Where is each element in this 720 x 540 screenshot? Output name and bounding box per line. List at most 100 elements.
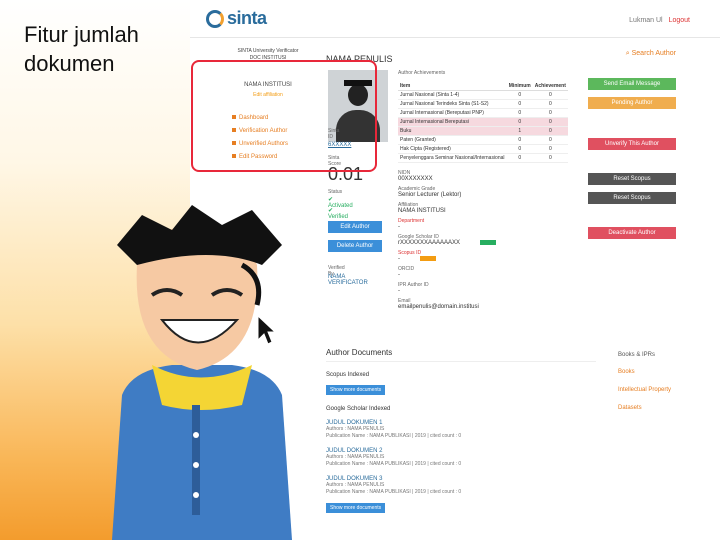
achievement-cell: 0 bbox=[506, 90, 533, 100]
email-value: emailpenulis@domain.institusi bbox=[398, 304, 479, 311]
achievement-cell: Jurnal Nasional Terindeks Sinta (S1-S2) bbox=[398, 99, 507, 109]
gs-indexed-label: Google Scholar Indexed bbox=[326, 406, 391, 412]
reset-scopus-button[interactable]: Reset Scopus bbox=[588, 192, 676, 204]
top-bar: sinta Lukman Ul Logout bbox=[190, 0, 720, 38]
achievement-row: Jurnal Internasional (Bereputasi PNP) 0 0 bbox=[398, 108, 568, 118]
user-menu[interactable]: Lukman Ul Logout bbox=[629, 17, 690, 24]
send-email-button[interactable]: Send Email Message bbox=[588, 78, 676, 90]
column-header: Achievement bbox=[532, 82, 568, 91]
logo-icon bbox=[206, 9, 224, 28]
books-ipr-heading: Books & IPRs bbox=[618, 352, 656, 358]
reset-gs-button[interactable]: Reset Scopus bbox=[588, 173, 676, 185]
logo-text: sinta bbox=[227, 8, 267, 28]
achievements-heading: Author Achievements bbox=[398, 70, 446, 76]
achievement-row: Paten (Granted) 0 0 bbox=[398, 135, 568, 145]
document-publication: Publication Name : NAMA PUBLIKASI | 2019… bbox=[326, 489, 462, 495]
document-authors: Authors : NAMA PENULIS bbox=[326, 426, 385, 432]
achievement-row: Jurnal Nasional (Sinta 1-4) 0 0 bbox=[398, 90, 568, 100]
gs-id-row: rXXXXXXXAAAAAAXX bbox=[398, 240, 578, 246]
search-author-link[interactable]: ⌕ Search Author bbox=[588, 50, 676, 58]
edit-author-button[interactable]: Edit Author bbox=[328, 221, 382, 233]
column-header: Minimum bbox=[506, 82, 533, 91]
show-more-scopus-button[interactable]: Show more documents bbox=[326, 385, 386, 395]
document-publication: Publication Name : NAMA PUBLIKASI | 2019… bbox=[326, 433, 462, 439]
gs-sync-button[interactable] bbox=[480, 240, 497, 245]
author-info: NIDN 00XXXXXXX Academic Grade Senior Lec… bbox=[398, 166, 578, 310]
books-link[interactable]: Books bbox=[618, 368, 708, 376]
slide-title: Fitur jumlah dokumen bbox=[24, 22, 139, 76]
achievement-cell: Jurnal Internasional Bereputasi bbox=[398, 117, 507, 127]
user-name: Lukman Ul bbox=[629, 17, 663, 24]
achievement-cell: 0 bbox=[506, 117, 533, 127]
achievement-cell: 0 bbox=[532, 99, 568, 109]
achievement-cell: Penyelenggara Seminar Nasional/Internasi… bbox=[398, 153, 507, 163]
achievement-cell: Hak Cipta (Registered) bbox=[398, 144, 507, 154]
mouse-cursor-icon bbox=[257, 314, 276, 345]
achievement-cell: Jurnal Internasional (Bereputasi PNP) bbox=[398, 108, 507, 118]
achievement-cell: Paten (Granted) bbox=[398, 135, 507, 145]
status-label: Status bbox=[328, 189, 343, 195]
achievement-cell: 0 bbox=[532, 117, 568, 127]
achievement-cell: 0 bbox=[532, 90, 568, 100]
achievement-cell: 0 bbox=[532, 135, 568, 145]
orcid-value: - bbox=[398, 272, 400, 279]
achievement-row: Hak Cipta (Registered) 0 0 bbox=[398, 144, 568, 154]
achievement-cell: 0 bbox=[506, 153, 533, 163]
show-more-gs-button[interactable]: Show more documents bbox=[326, 503, 386, 513]
achievement-cell: 0 bbox=[532, 153, 568, 163]
search-label: Search Author bbox=[631, 50, 676, 57]
document-list: JUDUL DOKUMEN 1 Authors : NAMA PENULIS Pub… bbox=[326, 420, 596, 496]
unverify-button[interactable]: Unverify This Author bbox=[588, 138, 676, 150]
verificator-label: SINTA University Verificator bbox=[237, 48, 299, 54]
verified-by-value: NAMA VERIFICATOR bbox=[328, 274, 368, 286]
nidn-value: 00XXXXXXX bbox=[398, 176, 433, 182]
achievement-row: Penyelenggara Seminar Nasional/Internasi… bbox=[398, 153, 568, 163]
document-authors: Authors : NAMA PENULIS bbox=[326, 482, 385, 488]
achievement-cell: Buku bbox=[398, 126, 507, 136]
column-header: Item bbox=[398, 82, 507, 91]
achievement-cell: Jurnal Nasional (Sinta 1-4) bbox=[398, 90, 507, 100]
achievement-cell: 0 bbox=[506, 108, 533, 118]
achievement-row: Jurnal Nasional Terindeks Sinta (S1-S2) 0… bbox=[398, 99, 568, 109]
datasets-link[interactable]: Datasets bbox=[618, 404, 708, 412]
achievement-cell: 0 bbox=[506, 99, 533, 109]
author-documents: Author Documents Scopus Indexed Show mor… bbox=[326, 348, 596, 514]
achievement-row: Buku 1 0 bbox=[398, 126, 568, 136]
document-item: JUDUL DOKUMEN 3 Authors : NAMA PENULIS Pub… bbox=[326, 476, 596, 496]
achievements-panel: Author Achievements Item Minimum Achieve… bbox=[398, 70, 568, 163]
books-ipr-panel: Books & IPRs Books Intellectual Property… bbox=[618, 352, 708, 412]
document-item: JUDUL DOKUMEN 1 Authors : NAMA PENULIS Pub… bbox=[326, 420, 596, 440]
document-authors: Authors : NAMA PENULIS bbox=[326, 454, 385, 460]
scopus-sync-button[interactable] bbox=[420, 256, 436, 262]
ip-link[interactable]: Intellectual Property bbox=[618, 386, 708, 394]
achievement-cell: 0 bbox=[532, 108, 568, 118]
achievement-cell: 0 bbox=[506, 135, 533, 145]
pending-author-button[interactable]: Pending Author bbox=[588, 97, 676, 109]
cartoon-man-illustration bbox=[112, 205, 292, 540]
scopus-id-row: - bbox=[398, 256, 578, 262]
scopus-id-value: - bbox=[398, 256, 400, 263]
status-verified: ✔ Verified bbox=[328, 208, 349, 220]
delete-author-button[interactable]: Delete Author bbox=[328, 240, 382, 252]
achievements-table: Item Minimum Achievement Jurnal Nasional… bbox=[398, 82, 568, 163]
grade-value: Senior Lecturer (Lektor) bbox=[398, 192, 462, 198]
document-item: JUDUL DOKUMEN 2 Authors : NAMA PENULIS Pub… bbox=[326, 448, 596, 468]
document-publication: Publication Name : NAMA PUBLIKASI | 2019… bbox=[326, 461, 462, 467]
logout-link[interactable]: Logout bbox=[669, 17, 690, 24]
gs-id-value: rXXXXXXXAAAAAAXX bbox=[398, 240, 461, 247]
affiliation-value: NAMA INSTITUSI bbox=[398, 208, 446, 214]
deactivate-button[interactable]: Deactivate Author bbox=[588, 227, 676, 239]
scopus-indexed-label: Scopus Indexed bbox=[326, 372, 370, 378]
department-value: - bbox=[398, 224, 400, 230]
achievement-cell: 0 bbox=[532, 144, 568, 154]
achievement-row: Jurnal Internasional Bereputasi 0 0 bbox=[398, 117, 568, 127]
achievement-cell: 0 bbox=[532, 126, 568, 136]
achievements-highlight-outline bbox=[191, 60, 377, 172]
sinta-logo[interactable]: sinta bbox=[206, 8, 267, 29]
achievement-cell: 0 bbox=[506, 144, 533, 154]
status-text: Verified bbox=[328, 214, 349, 220]
ipr-value: - bbox=[398, 288, 400, 295]
